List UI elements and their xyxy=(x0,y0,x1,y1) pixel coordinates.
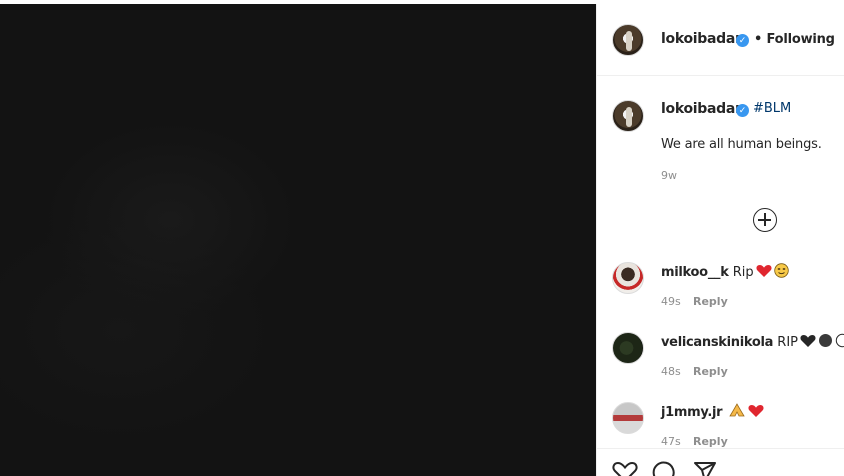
comment-text: RIP xyxy=(777,335,799,350)
folded-hands-icon xyxy=(729,403,746,417)
comment-timestamp[interactable]: 49s xyxy=(661,295,681,308)
caption-timestamp[interactable]: 9w xyxy=(661,169,677,182)
comment-body: j1mmy.jr xyxy=(661,403,764,420)
share-paper-plane-icon[interactable] xyxy=(693,461,717,476)
comment-body: milkoo__k Rip xyxy=(661,263,789,280)
caption-hashtag[interactable]: #BLM xyxy=(753,101,791,116)
heart-red-icon xyxy=(748,405,764,417)
caption-text: We are all human beings. xyxy=(661,137,822,152)
comment-username[interactable]: velicanskinikola xyxy=(661,335,773,350)
post-media[interactable] xyxy=(0,0,596,476)
following-label[interactable]: Following xyxy=(766,32,835,47)
commenter-avatar[interactable] xyxy=(612,262,644,294)
reply-button[interactable]: Reply xyxy=(693,295,728,308)
caption-avatar[interactable] xyxy=(612,100,644,132)
caption-username[interactable]: lokoibadan xyxy=(661,101,745,117)
post-header: lokoibadan ✓ • Following xyxy=(597,4,844,76)
reply-button[interactable]: Reply xyxy=(693,435,728,448)
owner-avatar[interactable] xyxy=(612,24,644,56)
grinning-face-icon xyxy=(773,263,789,278)
post-actions-bar xyxy=(597,448,844,476)
commenter-avatar[interactable] xyxy=(612,332,644,364)
comment-body: velicanskinikola RIP xyxy=(661,333,844,350)
separator: • xyxy=(754,32,763,47)
heart-black-icon xyxy=(800,335,816,347)
comment-timestamp[interactable]: 48s xyxy=(661,365,681,378)
heart-red-icon xyxy=(756,265,772,277)
post-details-panel: lokoibadan ✓ • Following lokoibadan ✓ #B… xyxy=(596,4,844,476)
comment-timestamp[interactable]: 47s xyxy=(661,435,681,448)
comment-username[interactable]: j1mmy.jr xyxy=(661,405,723,420)
comment-text: Rip xyxy=(732,265,754,280)
verified-badge-icon: ✓ xyxy=(736,34,749,47)
follow-status[interactable]: • Following xyxy=(754,32,835,47)
reply-button[interactable]: Reply xyxy=(693,365,728,378)
circle-white-icon xyxy=(835,333,844,348)
verified-badge-icon: ✓ xyxy=(736,104,749,117)
like-heart-icon[interactable] xyxy=(612,461,638,476)
comment-bubble-icon[interactable] xyxy=(652,461,676,476)
commenter-avatar[interactable] xyxy=(612,402,644,434)
owner-username[interactable]: lokoibadan xyxy=(661,31,745,47)
comment-username[interactable]: milkoo__k xyxy=(661,265,729,280)
circle-black-icon xyxy=(819,334,833,347)
load-more-comments-icon[interactable] xyxy=(753,208,777,232)
